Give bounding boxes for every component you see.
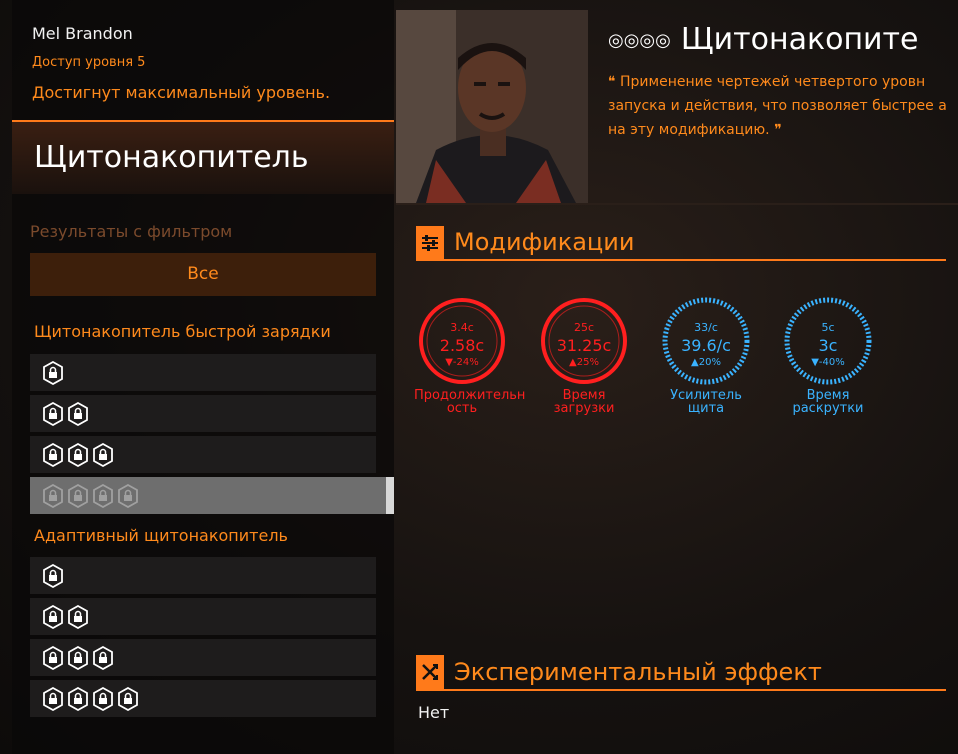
lock-hex-icon [67, 401, 89, 426]
stat-delta: ▲25% [569, 357, 599, 368]
stat-label: Усилитель щита [670, 388, 742, 416]
lock-hex-icon [117, 483, 139, 508]
lock-hex-icon [42, 360, 64, 385]
lock-hex-icon [67, 604, 89, 629]
mod-description: ❝ Применение чертежей четвертого уровн з… [608, 74, 947, 138]
filter-all-button[interactable]: Все [30, 253, 376, 296]
access-level: Доступ уровня 5 [32, 55, 146, 70]
lock-hex-icon [117, 686, 139, 711]
mod-title: ◎◎◎◎ Щитонакопите [608, 22, 918, 57]
stat-base: 33/с [694, 321, 718, 334]
lock-hex-icon [42, 563, 64, 588]
lock-hex-icon [67, 483, 89, 508]
lock-hex-icon [92, 645, 114, 670]
mod-title-text: Щитонакопите [680, 22, 919, 57]
lock-hex-icon [42, 645, 64, 670]
crossed-arrows-icon [416, 655, 444, 689]
tier-icons: ◎◎◎◎ [608, 30, 671, 51]
lock-hex-icon [42, 442, 64, 467]
quote-open-icon: ❝ [608, 74, 616, 90]
stat-delta: ▼-24% [445, 357, 479, 368]
stat-ring-4: 5с 3с ▼-40% Время раскрутки [780, 297, 876, 415]
category-header: Щитонакопитель [12, 120, 394, 194]
lock-hex-icon [92, 483, 114, 508]
mod-tier-row-1-4[interactable] [30, 477, 394, 514]
group-title-adaptive: Адаптивный щитонакопитель [34, 526, 288, 545]
lock-hex-icon [42, 401, 64, 426]
lock-hex-icon [42, 686, 64, 711]
sliders-icon [416, 226, 444, 260]
category-title: Щитонакопитель [34, 140, 309, 175]
character-portrait [396, 10, 588, 203]
group-title-fast-charge: Щитонакопитель быстрой зарядки [34, 322, 331, 341]
mod-tier-row-1-1[interactable] [30, 354, 376, 391]
stat-base: 25с [574, 321, 594, 334]
mod-tier-row-2-1[interactable] [30, 557, 376, 594]
divider [396, 203, 958, 205]
stat-delta: ▲20% [691, 357, 721, 368]
experimental-underline [416, 689, 946, 691]
lock-hex-icon [67, 686, 89, 711]
stat-value: 3с [819, 336, 838, 355]
stat-label: Время загрузки [553, 388, 615, 416]
experimental-value: Нет [418, 703, 450, 722]
mod-tier-row-1-2[interactable] [30, 395, 376, 432]
stat-base: 3.4с [450, 321, 474, 334]
stat-value: 2.58с [440, 336, 484, 355]
stat-value: 39.6/с [681, 336, 731, 355]
mod-tier-row-2-4[interactable] [30, 680, 376, 717]
stat-label: Время раскрутки [792, 388, 864, 416]
stat-ring-3: 33/с 39.6/с ▲20% Усилитель щита [658, 297, 754, 415]
max-level-status: Достигнут максимальный уровень. [32, 83, 331, 102]
experimental-title: Экспериментальный эффект [454, 658, 822, 686]
mod-tier-row-2-2[interactable] [30, 598, 376, 635]
stat-base: 5с [821, 321, 834, 334]
mod-list-panel: Mel Brandon Доступ уровня 5 Достигнут ма… [12, 0, 394, 754]
mod-tier-row-1-3[interactable] [30, 436, 376, 473]
stat-ring-1: 3.4с 2.58с ▼-24% Продолжительн ость [414, 297, 526, 416]
stat-delta: ▼-40% [811, 357, 845, 368]
stat-label: Продолжительн ость [414, 388, 526, 416]
lock-hex-icon [42, 483, 64, 508]
lock-hex-icon [67, 645, 89, 670]
stat-ring-2: 25с 31.25с ▲25% Время загрузки [536, 297, 632, 415]
modifications-underline [416, 259, 946, 261]
quote-close-icon: ❞ [774, 122, 782, 138]
player-name: Mel Brandon [32, 24, 133, 43]
lock-hex-icon [67, 442, 89, 467]
filter-label: Результаты с фильтром [30, 222, 233, 241]
modifications-title: Модификации [454, 228, 635, 256]
lock-hex-icon [92, 686, 114, 711]
mod-tier-row-2-3[interactable] [30, 639, 376, 676]
stat-value: 31.25с [557, 336, 612, 355]
lock-hex-icon [42, 604, 64, 629]
lock-hex-icon [92, 442, 114, 467]
